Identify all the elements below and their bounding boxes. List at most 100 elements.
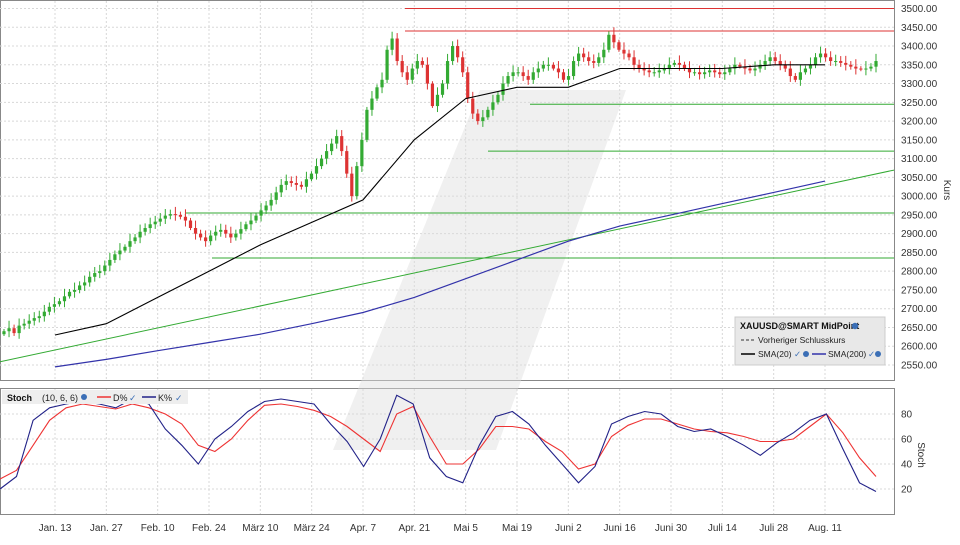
candle-body — [304, 179, 309, 187]
candle-body — [173, 214, 177, 216]
candle-body — [677, 62, 682, 65]
candle-body — [652, 72, 656, 74]
candle-body — [415, 61, 419, 69]
candle-body — [617, 42, 621, 50]
stoch-legend: Stoch (10, 6, 6) D% ✓ K% ✓ — [2, 390, 188, 404]
candle-body — [501, 83, 505, 95]
candle-body — [178, 214, 183, 217]
candle-body — [279, 184, 283, 193]
candle-body — [128, 241, 132, 247]
stoch-settings-icon[interactable] — [81, 394, 87, 400]
candle-body — [309, 173, 314, 180]
candle-body — [37, 316, 41, 319]
candle-body — [647, 70, 651, 73]
candle-body — [521, 72, 525, 77]
candle-body — [148, 224, 152, 229]
legend-sma200-check-icon[interactable]: ✓ — [868, 349, 875, 359]
candle-body — [360, 139, 364, 167]
candle-body — [844, 62, 848, 65]
candle-body — [118, 250, 122, 255]
price-tick-label: 3400.00 — [901, 42, 938, 53]
price-tick-label: 2550.00 — [901, 360, 938, 371]
price-tick-label: 2600.00 — [901, 342, 938, 353]
candle-body — [158, 218, 162, 222]
stoch-k-check-icon[interactable]: ✓ — [175, 393, 183, 403]
candle-body — [466, 72, 470, 99]
candle-body — [481, 117, 485, 122]
candle-body — [708, 70, 712, 73]
x-tick-label: März 24 — [294, 523, 331, 534]
candle-body — [834, 61, 838, 63]
candle-body — [486, 109, 490, 118]
legend-sma20-settings-icon[interactable] — [803, 351, 809, 357]
x-tick-label: Juli 14 — [708, 523, 737, 534]
candle-body — [697, 72, 702, 75]
candle-body — [445, 61, 450, 84]
candle-body — [612, 34, 616, 43]
candle-body — [511, 72, 515, 77]
candle-body — [803, 68, 808, 73]
candle-body — [47, 306, 51, 312]
x-tick-label: Feb. 24 — [192, 523, 226, 534]
x-tick-label: Mai 19 — [502, 523, 532, 534]
candle-body — [314, 166, 319, 174]
legend-settings-icon[interactable] — [851, 322, 859, 330]
candle-body — [773, 57, 777, 62]
candle-body — [83, 282, 87, 286]
candle-body — [874, 61, 878, 67]
candle-body — [768, 57, 772, 62]
candle-body — [319, 158, 324, 167]
candle-body — [582, 53, 586, 58]
candle-body — [541, 64, 545, 69]
candle-body — [657, 70, 661, 73]
legend-sma200-settings-icon[interactable] — [875, 351, 881, 357]
candle-body — [390, 38, 394, 50]
candle-body — [425, 64, 429, 84]
candle-body — [778, 61, 782, 65]
candle-body — [491, 102, 495, 110]
candle-body — [62, 296, 67, 302]
x-tick-label: Feb. 10 — [141, 523, 175, 534]
stock-chart: 2550.00 2600.00 2650.00 2700.00 2750.00 2800.… — [0, 0, 960, 540]
candle-body — [274, 192, 278, 200]
price-tick-label: 3300.00 — [901, 79, 938, 90]
price-legend: XAUUSD@SMART MidPoint Vorheriger Schluss… — [734, 316, 886, 366]
candle-body — [823, 53, 828, 58]
x-tick-label: Jan. 27 — [90, 523, 123, 534]
candle-body — [395, 38, 399, 62]
stoch-d-check-icon[interactable]: ✓ — [129, 393, 137, 403]
stoch-params: (10, 6, 6) — [42, 393, 78, 403]
legend-title: XAUUSD@SMART MidPoint — [740, 321, 859, 331]
candle-body — [355, 166, 359, 197]
stoch-axis-label: Stoch — [915, 442, 926, 468]
candle-body — [864, 68, 868, 70]
candle-body — [294, 182, 298, 185]
candle-body — [551, 64, 556, 69]
candle-body — [138, 231, 142, 238]
candle-body — [632, 57, 636, 65]
candle-body — [153, 221, 157, 225]
candle-body — [420, 61, 424, 65]
candle-body — [451, 46, 455, 62]
candle-body — [370, 98, 374, 110]
candle-body — [133, 237, 137, 242]
stoch-tick-label: 40 — [901, 460, 913, 471]
candle-body — [204, 237, 208, 242]
candle-body — [531, 72, 535, 80]
price-tick-label: 2650.00 — [901, 323, 938, 334]
candle-body — [340, 136, 344, 152]
x-tick-label: Juni 2 — [555, 523, 582, 534]
stoch-k-label: K% — [158, 393, 172, 403]
candle-body — [365, 109, 369, 140]
price-tick-label: 3350.00 — [901, 60, 938, 71]
price-tick-label: 3100.00 — [901, 154, 938, 165]
stoch-d-label: D% — [113, 393, 128, 403]
candle-body — [723, 72, 727, 75]
candle-body — [692, 72, 697, 74]
candle-body — [516, 72, 520, 74]
price-tick-label: 2800.00 — [901, 267, 938, 278]
candle-body — [22, 323, 26, 326]
candle-body — [471, 98, 475, 114]
candle-body — [672, 62, 676, 65]
legend-sma20-check-icon[interactable]: ✓ — [794, 349, 801, 359]
